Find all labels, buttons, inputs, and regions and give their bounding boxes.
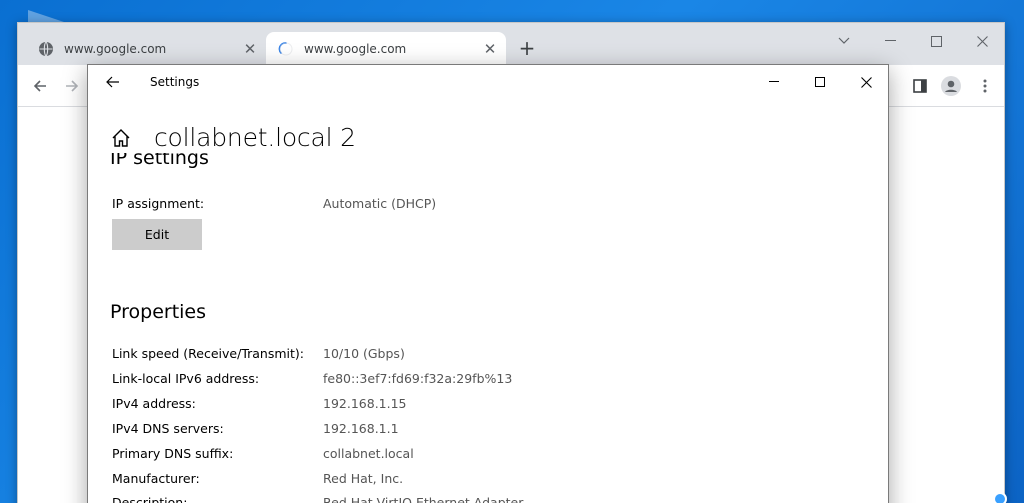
property-label: Link-local IPv6 address:	[112, 371, 260, 386]
tray-notification-icon[interactable]	[993, 492, 1007, 503]
profile-avatar-icon[interactable]	[939, 74, 963, 98]
ip-assignment-value: Automatic (DHCP)	[323, 196, 437, 211]
tab-title: www.google.com	[64, 41, 167, 56]
side-panel-icon[interactable]	[908, 74, 932, 98]
property-row: Link speed (Receive/Transmit): 10/10 (Gb…	[112, 346, 812, 364]
page-title: collabnet.local 2	[154, 123, 356, 152]
property-label: Link speed (Receive/Transmit):	[112, 346, 305, 361]
property-row-partial: Description: Red Hat VirtIO Ethernet Ada…	[112, 494, 812, 503]
tab-close-icon[interactable]: ✕	[480, 39, 500, 59]
property-value: Red Hat VirtIO Ethernet Adapter	[323, 495, 524, 503]
browser-tab-2[interactable]: www.google.com ✕	[266, 32, 506, 65]
close-icon[interactable]	[959, 27, 1005, 55]
property-row: Primary DNS suffix: collabnet.local	[112, 446, 812, 464]
settings-titlebar: Settings	[88, 65, 888, 99]
maximize-icon[interactable]	[913, 27, 959, 55]
property-label: Manufacturer:	[112, 471, 200, 486]
tab-close-icon[interactable]: ✕	[240, 39, 260, 59]
tab-title: www.google.com	[304, 41, 407, 56]
page-header: collabnet.local 2	[110, 123, 356, 152]
globe-icon	[39, 41, 53, 56]
section-title: IP settings	[110, 153, 209, 169]
loading-spinner-icon	[278, 41, 293, 55]
property-value: 192.168.1.15	[323, 396, 407, 411]
maximize-icon[interactable]	[797, 65, 843, 99]
ip-assignment-label: IP assignment:	[112, 196, 205, 211]
settings-window: Settings IP settings collabnet.local 2 I…	[87, 64, 889, 503]
properties-section-title: Properties	[110, 301, 207, 323]
property-label: Primary DNS suffix:	[112, 446, 234, 461]
minimize-icon[interactable]	[867, 27, 913, 55]
back-arrow-icon[interactable]	[102, 71, 124, 93]
window-title: Settings	[150, 75, 200, 89]
browser-tab-1[interactable]: www.google.com ✕	[26, 32, 266, 65]
close-icon[interactable]	[843, 65, 889, 99]
edit-button[interactable]: Edit	[112, 219, 202, 250]
property-value: fe80::3ef7:fd69:f32a:29fb%13	[323, 371, 513, 386]
ip-settings-section-header: IP settings	[110, 153, 510, 173]
property-value: Red Hat, Inc.	[323, 471, 404, 486]
property-value: collabnet.local	[323, 446, 414, 461]
property-value: 10/10 (Gbps)	[323, 346, 405, 361]
property-row: IPv4 DNS servers: 192.168.1.1	[112, 421, 812, 439]
property-row: Manufacturer: Red Hat, Inc.	[112, 471, 812, 489]
property-value: 192.168.1.1	[323, 421, 399, 436]
back-arrow-icon[interactable]	[28, 74, 52, 98]
tab-strip: www.google.com ✕ www.google.com ✕ +	[18, 23, 1004, 65]
property-row: Link-local IPv6 address: fe80::3ef7:fd69…	[112, 371, 812, 389]
property-label: IPv4 DNS servers:	[112, 421, 224, 436]
property-label: Description:	[112, 495, 188, 503]
home-icon[interactable]	[110, 127, 132, 149]
ip-assignment-row: IP assignment: Automatic (DHCP)	[112, 196, 812, 214]
minimize-icon[interactable]	[751, 65, 797, 99]
property-label: IPv4 address:	[112, 396, 196, 411]
new-tab-button[interactable]: +	[515, 36, 539, 60]
tab-search-icon[interactable]	[821, 27, 867, 55]
forward-arrow-icon[interactable]	[60, 74, 84, 98]
property-row: IPv4 address: 192.168.1.15	[112, 396, 812, 414]
menu-kebab-icon[interactable]	[973, 74, 997, 98]
